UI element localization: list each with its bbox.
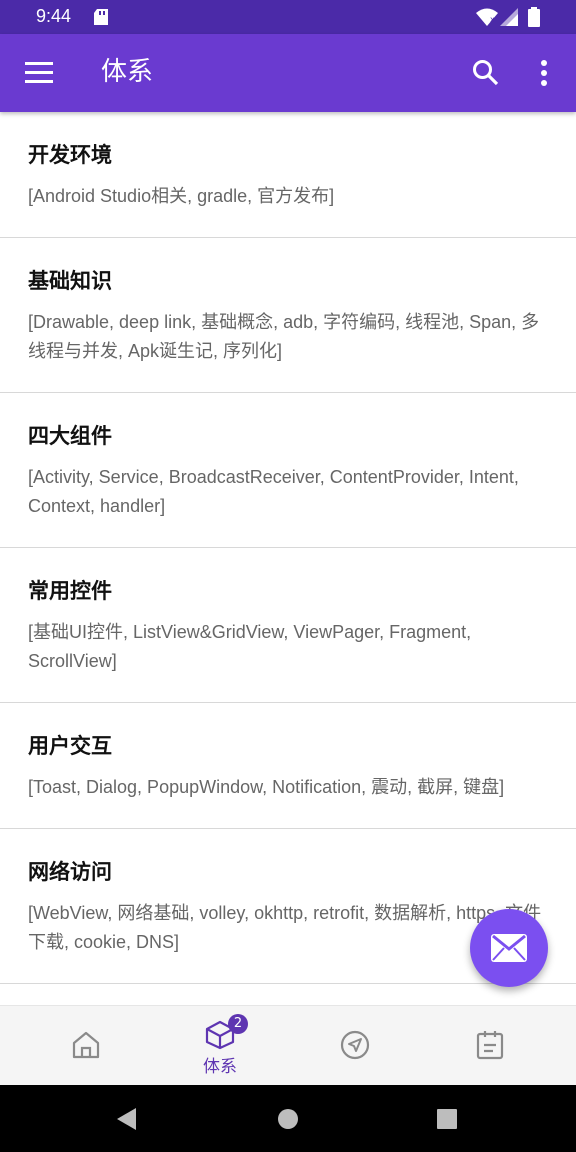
page-title: 体系 xyxy=(101,57,154,87)
status-time: 9:44 xyxy=(36,6,72,26)
category-item[interactable]: 开发环境 [Android Studio相关, gradle, 官方发布] xyxy=(0,112,576,238)
notification-badge: 2 xyxy=(228,1014,248,1034)
search-icon[interactable] xyxy=(472,59,499,90)
sd-card-icon xyxy=(94,9,108,29)
bottom-navigation: 2 体系 xyxy=(0,1005,576,1086)
nav-item-navigation[interactable] xyxy=(283,1006,427,1086)
category-item[interactable]: 常用控件 [基础UI控件, ListView&GridView, ViewPag… xyxy=(0,548,576,703)
app-bar: 体系 xyxy=(0,34,576,112)
mail-icon xyxy=(491,934,527,962)
recents-icon[interactable] xyxy=(437,1109,457,1133)
category-item[interactable]: 基础知识 [Drawable, deep link, 基础概念, adb, 字符… xyxy=(0,238,576,393)
category-title: 常用控件 xyxy=(28,579,112,603)
home-button-icon[interactable] xyxy=(278,1109,298,1133)
signal-icon xyxy=(500,8,518,30)
mail-fab-button[interactable] xyxy=(470,909,548,987)
category-tags: [Android Studio相关, gradle, 官方发布] xyxy=(28,186,335,206)
nav-label: 体系 xyxy=(203,1057,237,1077)
category-title: 用户交互 xyxy=(28,734,112,758)
clipboard-icon xyxy=(476,1031,504,1060)
category-title: 四大组件 xyxy=(28,424,112,448)
nav-item-todo[interactable] xyxy=(418,1006,562,1086)
back-icon[interactable] xyxy=(116,1107,138,1135)
category-tags: [Toast, Dialog, PopupWindow, Notificatio… xyxy=(28,777,505,797)
category-item[interactable]: 四大组件 [Activity, Service, BroadcastReceiv… xyxy=(0,393,576,548)
category-title: 开发环境 xyxy=(28,143,112,167)
menu-icon[interactable] xyxy=(25,62,53,88)
category-tags: [Activity, Service, BroadcastReceiver, C… xyxy=(28,467,519,516)
category-list: 开发环境 [Android Studio相关, gradle, 官方发布] 基础… xyxy=(0,112,576,984)
category-item[interactable]: 用户交互 [Toast, Dialog, PopupWindow, Notifi… xyxy=(0,703,576,829)
category-tags: [Drawable, deep link, 基础概念, adb, 字符编码, 线… xyxy=(28,312,540,361)
nav-item-home[interactable] xyxy=(14,1006,158,1086)
category-title: 网络访问 xyxy=(28,860,112,884)
nav-item-system[interactable]: 2 体系 xyxy=(148,1006,292,1086)
wifi-icon: x xyxy=(476,8,498,30)
navigation-icon xyxy=(340,1030,370,1060)
status-bar: 9:44 x xyxy=(0,0,576,34)
system-navigation-bar xyxy=(0,1085,576,1152)
svg-text:x: x xyxy=(490,15,495,24)
home-icon xyxy=(72,1031,100,1059)
more-options-icon[interactable] xyxy=(540,60,548,90)
battery-icon xyxy=(528,7,540,31)
category-title: 基础知识 xyxy=(28,269,112,293)
category-tags: [基础UI控件, ListView&GridView, ViewPager, F… xyxy=(28,622,472,671)
